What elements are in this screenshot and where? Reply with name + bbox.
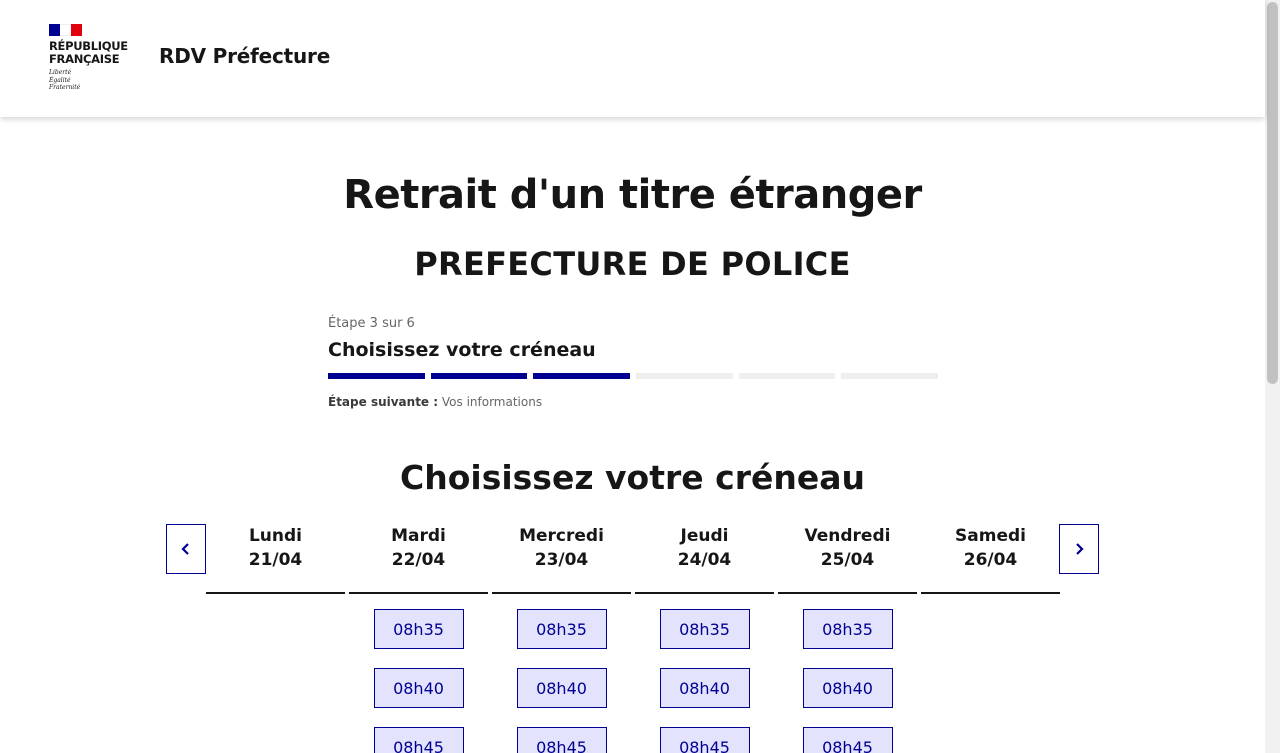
time-slot-button[interactable]: 08h45 <box>373 727 464 753</box>
day-header: Jeudi 24/04 <box>635 524 774 594</box>
french-flag-icon <box>49 24 82 36</box>
time-slot-button[interactable]: 08h40 <box>516 668 607 708</box>
time-slot-button[interactable]: 08h45 <box>659 727 750 753</box>
day-column: Mercredi 23/04 08h35 08h40 08h45 <box>492 524 631 753</box>
day-name: Samedi <box>955 526 1026 546</box>
scrollbar-thumb[interactable] <box>1267 2 1278 384</box>
day-column: Mardi 22/04 08h35 08h40 08h45 <box>349 524 488 753</box>
step-bar-5 <box>738 373 836 379</box>
time-slot-button[interactable]: 08h40 <box>659 668 750 708</box>
day-date: 23/04 <box>534 550 589 570</box>
time-slot-button[interactable]: 08h35 <box>659 609 750 649</box>
day-name: Mardi <box>391 526 446 546</box>
day-column: Lundi 21/04 <box>206 524 345 753</box>
next-step-label: Étape suivante : <box>328 395 439 409</box>
day-header: Lundi 21/04 <box>206 524 345 594</box>
time-slot-button[interactable]: 08h35 <box>802 609 893 649</box>
page: RÉPUBLIQUE FRANÇAISE Liberté Égalité Fra… <box>0 0 1280 753</box>
step-bar-6 <box>841 373 939 379</box>
day-date: 21/04 <box>248 550 303 570</box>
next-step-value: Vos informations <box>441 395 543 409</box>
page-title: Retrait d'un titre étranger <box>343 172 922 218</box>
day-column: Vendredi 25/04 08h35 08h40 08h45 <box>778 524 917 753</box>
day-date: 26/04 <box>963 550 1018 570</box>
slot-list: 08h35 08h40 08h45 <box>492 609 631 753</box>
day-name: Lundi <box>248 526 303 546</box>
step-count: Étape 3 sur 6 <box>328 316 415 331</box>
day-name: Jeudi <box>680 526 729 546</box>
slot-list: 08h35 08h40 08h45 <box>635 609 774 753</box>
day-name: Vendredi <box>804 526 891 546</box>
slot-list: 08h35 08h40 08h45 <box>349 609 488 753</box>
step-title: Choisissez votre créneau <box>328 339 596 361</box>
scrollbar[interactable] <box>1265 0 1280 753</box>
republique-label: RÉPUBLIQUE FRANÇAISE <box>49 39 128 66</box>
time-slot-button[interactable]: 08h35 <box>373 609 464 649</box>
republique-francaise-logo[interactable]: RÉPUBLIQUE FRANÇAISE Liberté Égalité Fra… <box>49 24 139 94</box>
time-slot-button[interactable]: 08h35 <box>516 609 607 649</box>
prefecture-name: PREFECTURE DE POLICE <box>414 245 851 283</box>
section-title: Choisissez votre créneau <box>400 458 865 497</box>
step-progress <box>328 373 939 379</box>
day-header: Vendredi 25/04 <box>778 524 917 594</box>
previous-week-button[interactable] <box>166 524 206 574</box>
next-step: Étape suivante : Vos informations <box>328 395 938 409</box>
step-bar-2 <box>430 373 528 379</box>
day-column: Jeudi 24/04 08h35 08h40 08h45 <box>635 524 774 753</box>
chevron-right-icon <box>1076 543 1084 555</box>
time-slot-button[interactable]: 08h40 <box>802 668 893 708</box>
day-column: Samedi 26/04 <box>921 524 1060 753</box>
service-title-link[interactable]: RDV Préfecture <box>159 44 330 68</box>
site-header: RÉPUBLIQUE FRANÇAISE Liberté Égalité Fra… <box>0 0 1265 117</box>
step-bar-4 <box>636 373 733 379</box>
time-slot-button[interactable]: 08h45 <box>802 727 893 753</box>
motto: Liberté Égalité Fraternité <box>49 69 81 91</box>
day-header: Mardi 22/04 <box>349 524 488 594</box>
calendar-days: Lundi 21/04 Mardi 22/04 08h35 08h40 08h45 Mercr… <box>206 524 1060 753</box>
step-bar-3 <box>533 373 631 379</box>
time-slot-button[interactable]: 08h45 <box>516 727 607 753</box>
day-date: 25/04 <box>820 550 875 570</box>
chevron-left-icon <box>181 543 189 555</box>
day-date: 24/04 <box>677 550 732 570</box>
day-name: Mercredi <box>519 526 604 546</box>
day-header: Mercredi 23/04 <box>492 524 631 594</box>
day-header: Samedi 26/04 <box>921 524 1060 594</box>
slot-list: 08h35 08h40 08h45 <box>778 609 917 753</box>
time-slot-button[interactable]: 08h40 <box>373 668 464 708</box>
day-date: 22/04 <box>391 550 446 570</box>
next-week-button[interactable] <box>1059 524 1099 574</box>
step-bar-1 <box>328 373 425 379</box>
stepper: Étape 3 sur 6 Choisissez votre créneau É… <box>328 316 939 409</box>
